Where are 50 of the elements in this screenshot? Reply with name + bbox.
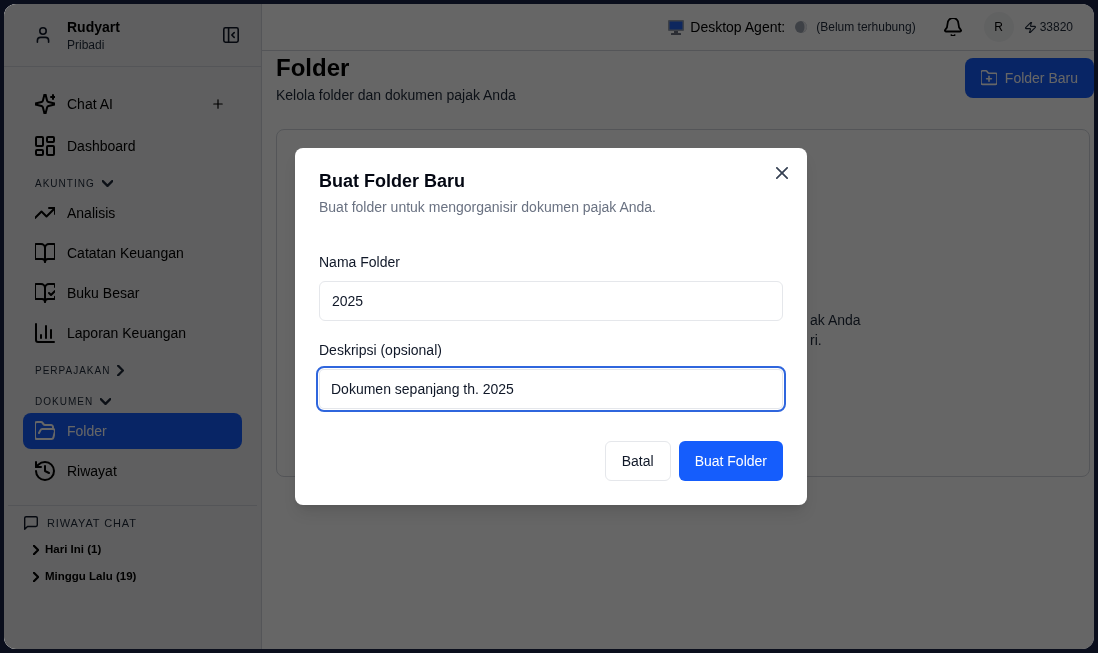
credit-count: 33820: [1039, 19, 1073, 35]
panel-icon[interactable]: [223, 27, 239, 43]
dialog-description: Buat folder untuk mengorganisir dokumen pajak Anda.: [319, 198, 657, 217]
nav-item[interactable]: Riwayat: [23, 453, 242, 489]
field-label: Deskripsi (opsional): [319, 343, 443, 357]
user-name: Rudyart: [67, 18, 120, 37]
nav-item[interactable]: Dashboard: [23, 128, 242, 164]
chat-icon: [24, 516, 38, 530]
create-folder-button[interactable]: Buat Folder: [678, 441, 783, 481]
page-title: Folder: [276, 53, 351, 83]
close-icon[interactable]: [776, 167, 788, 179]
agent-label: Desktop Agent:: [690, 18, 786, 37]
bell-icon[interactable]: [943, 18, 962, 36]
folder-plus-icon: [980, 70, 997, 86]
sparkle-icon: [35, 94, 55, 114]
text-input[interactable]: Dokumen sepanjang th. 2025: [316, 366, 786, 412]
empty-state-text: ri.: [810, 331, 823, 350]
section-heading: RIWAYAT CHAT: [47, 515, 137, 531]
user-icon: [35, 27, 51, 43]
nav-item[interactable]: Analisis: [23, 195, 242, 231]
cancel-button[interactable]: Batal: [604, 441, 671, 481]
lightning-icon: [1024, 21, 1036, 33]
section-header[interactable]: DOKUMEN: [23, 394, 242, 408]
nav-item[interactable]: Laporan Keuangan: [23, 315, 242, 351]
nav-item[interactable]: Chat AI: [23, 86, 242, 122]
dialog-title: Buat Folder Baru: [319, 172, 466, 190]
section-header[interactable]: AKUNTING: [23, 176, 242, 190]
folder-icon: [35, 421, 55, 441]
new-folder-button[interactable]: Folder Baru: [964, 58, 1094, 98]
chat-history-group[interactable]: Hari Ini (1): [24, 541, 241, 559]
layout-icon: [35, 136, 55, 156]
text-input[interactable]: 2025: [319, 281, 783, 321]
field-label: Nama Folder: [319, 255, 401, 269]
history-icon: [35, 461, 55, 481]
nav-item[interactable]: Catatan Keuangan: [23, 235, 242, 271]
book-icon: [35, 243, 55, 263]
book-check-icon: [35, 283, 55, 303]
section-header[interactable]: PERPAJAKAN: [23, 363, 242, 377]
empty-state-text: ak Anda: [810, 311, 862, 330]
bar-chart-icon: [35, 323, 55, 343]
account-type: Pribadi: [67, 37, 106, 53]
agent-status: (Belum terhubung): [816, 19, 916, 35]
page-subtitle: Kelola folder dan dokumen pajak Anda: [276, 86, 516, 105]
avatar[interactable]: R: [983, 12, 1014, 42]
plus-icon[interactable]: [212, 98, 224, 110]
monitor-icon: [668, 19, 685, 35]
nav-item[interactable]: Buku Besar: [23, 275, 242, 311]
chat-history-group[interactable]: Minggu Lalu (19): [24, 568, 241, 586]
nav-item[interactable]: Folder: [23, 413, 242, 449]
moon-icon: [795, 21, 808, 33]
